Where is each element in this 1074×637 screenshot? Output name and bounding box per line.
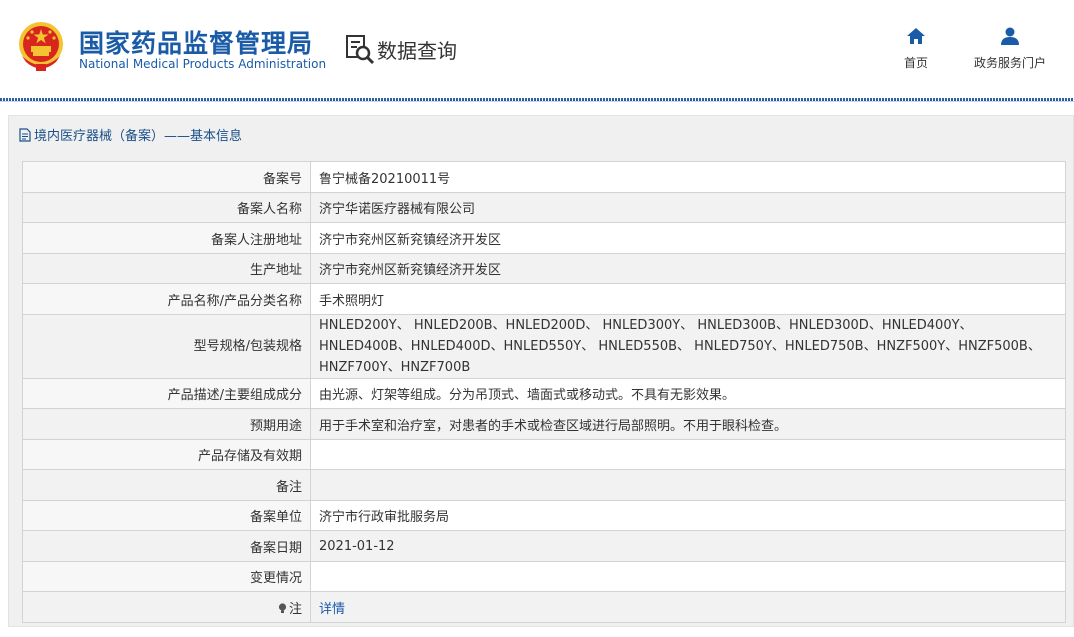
table-row: 备注 (22, 469, 1066, 501)
row-value: 济宁市兖州区新兖镇经济开发区 (310, 253, 1066, 284)
user-icon (1001, 27, 1019, 45)
table-row: 生产地址 济宁市兖州区新兖镇经济开发区 (22, 253, 1066, 284)
details-link[interactable]: 详情 (319, 602, 345, 617)
document-icon (19, 127, 31, 142)
row-label: 备案人注册地址 (22, 222, 311, 254)
data-query-title: 数据查询 (345, 33, 457, 65)
row-label: 预期用途 (22, 408, 311, 440)
org-name-en: National Medical Products Administration (79, 57, 327, 71)
row-label-note: 注 (22, 591, 311, 623)
table-row: 变更情况 (22, 561, 1066, 592)
table-row: 型号规格/包装规格 HNLED200Y、 HNLED200B、HNLED200D… (22, 314, 1066, 379)
row-label: 生产地址 (22, 253, 311, 284)
row-label: 备案单位 (22, 500, 311, 531)
table-row: 备案号 鲁宁械备20210011号 (22, 161, 1066, 193)
row-label: 备案人名称 (22, 192, 311, 223)
note-label-text: 注 (288, 601, 302, 617)
record-panel: 境内医疗器械（备案）——基本信息 备案号 鲁宁械备20210011号 备案人名称… (8, 115, 1074, 627)
nav-service-portal-label: 政务服务门户 (974, 56, 1047, 70)
nav-service-portal[interactable]: 政务服务门户 (974, 26, 1046, 71)
row-value: 详情 (310, 591, 1066, 623)
nav-home[interactable]: 首页 (904, 26, 928, 71)
row-label: 备注 (22, 469, 311, 501)
row-value: 由光源、灯架等组成。分为吊顶式、墙面式或移动式。不具有无影效果。 (310, 378, 1066, 409)
table-row: 备案日期 2021-01-12 (22, 530, 1066, 562)
data-query-label: 数据查询 (377, 38, 457, 63)
lightbulb-icon (278, 602, 287, 613)
header-divider-line (0, 101, 1074, 102)
panel-title: 境内医疗器械（备案）——基本信息 (19, 125, 242, 144)
row-value: 用于手术室和治疗室，对患者的手术或检查区域进行局部照明。不用于眼科检查。 (310, 408, 1066, 440)
row-value (310, 561, 1066, 592)
table-row: 预期用途 用于手术室和治疗室，对患者的手术或检查区域进行局部照明。不用于眼科检查… (22, 408, 1066, 440)
table-row: 备案单位 济宁市行政审批服务局 (22, 500, 1066, 531)
nav-home-label: 首页 (904, 56, 929, 70)
row-value (310, 469, 1066, 501)
row-value: 济宁市兖州区新兖镇经济开发区 (310, 222, 1066, 254)
row-value: 济宁市行政审批服务局 (310, 500, 1066, 531)
table-row: 注 详情 (22, 591, 1066, 623)
panel-title-text: 境内医疗器械（备案）——基本信息 (34, 129, 243, 144)
document-search-icon (346, 35, 375, 65)
home-icon (907, 28, 925, 44)
row-value: 2021-01-12 (310, 530, 1066, 562)
table-row: 备案人名称 济宁华诺医疗器械有限公司 (22, 192, 1066, 223)
row-label: 产品名称/产品分类名称 (22, 283, 311, 315)
row-label: 备案号 (22, 161, 311, 193)
table-row: 产品描述/主要组成成分 由光源、灯架等组成。分为吊顶式、墙面式或移动式。不具有无… (22, 378, 1066, 409)
row-value: 鲁宁械备20210011号 (310, 161, 1066, 193)
row-label: 产品存储及有效期 (22, 439, 311, 470)
row-label: 备案日期 (22, 530, 311, 562)
row-value: 手术照明灯 (310, 283, 1066, 315)
row-label: 产品描述/主要组成成分 (22, 378, 311, 409)
table-row: 备案人注册地址 济宁市兖州区新兖镇经济开发区 (22, 222, 1066, 254)
row-label: 型号规格/包装规格 (22, 314, 311, 379)
row-value (310, 439, 1066, 470)
row-value: 济宁华诺医疗器械有限公司 (310, 192, 1066, 223)
table-row: 产品存储及有效期 (22, 439, 1066, 470)
row-label: 变更情况 (22, 561, 311, 592)
national-emblem-icon (19, 22, 63, 71)
row-value: HNLED200Y、 HNLED200B、HNLED200D、 HNLED300… (310, 314, 1066, 379)
site-header: 国家药品监督管理局 National Medical Products Admi… (0, 0, 1074, 98)
record-info-table: 备案号 鲁宁械备20210011号 备案人名称 济宁华诺医疗器械有限公司 备案人… (22, 161, 1066, 623)
org-name-cn: 国家药品监督管理局 (79, 29, 314, 58)
table-row: 产品名称/产品分类名称 手术照明灯 (22, 283, 1066, 315)
